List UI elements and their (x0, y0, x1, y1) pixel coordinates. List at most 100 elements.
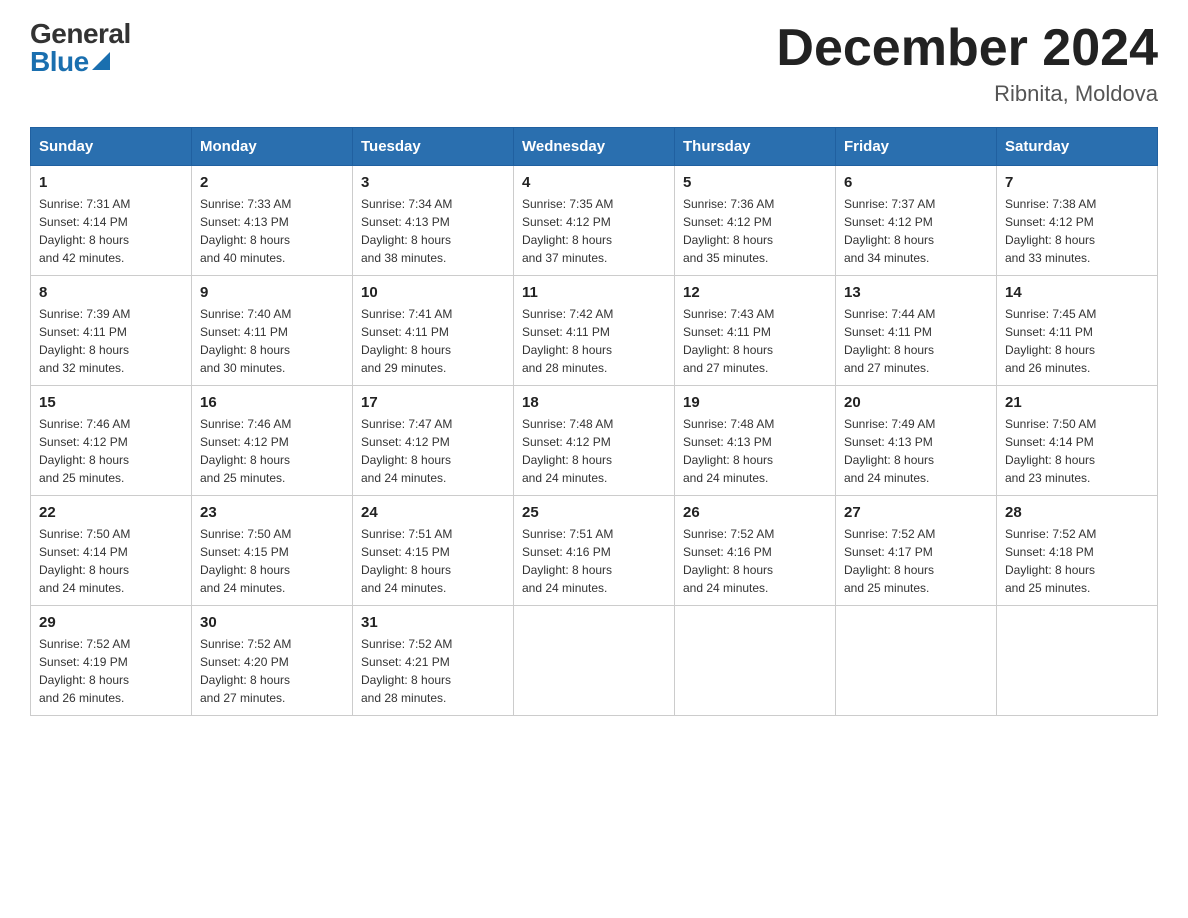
title-area: December 2024 Ribnita, Moldova (776, 20, 1158, 107)
day-number: 18 (522, 394, 666, 411)
page-subtitle: Ribnita, Moldova (776, 81, 1158, 107)
day-number: 19 (683, 394, 827, 411)
calendar-header-row: SundayMondayTuesdayWednesdayThursdayFrid… (31, 128, 1158, 166)
day-info: Sunrise: 7:50 AMSunset: 4:14 PMDaylight:… (1005, 415, 1149, 487)
day-info: Sunrise: 7:43 AMSunset: 4:11 PMDaylight:… (683, 305, 827, 377)
day-info: Sunrise: 7:51 AMSunset: 4:15 PMDaylight:… (361, 525, 505, 597)
day-info: Sunrise: 7:51 AMSunset: 4:16 PMDaylight:… (522, 525, 666, 597)
calendar-cell: 10 Sunrise: 7:41 AMSunset: 4:11 PMDayligh… (353, 276, 514, 386)
day-number: 25 (522, 504, 666, 521)
day-info: Sunrise: 7:31 AMSunset: 4:14 PMDaylight:… (39, 195, 183, 267)
calendar-cell: 12 Sunrise: 7:43 AMSunset: 4:11 PMDayligh… (675, 276, 836, 386)
calendar-cell: 7Sunrise: 7:38 AMSunset: 4:12 PMDaylight… (997, 166, 1158, 276)
page-header: General Blue December 2024 Ribnita, Mold… (30, 20, 1158, 107)
day-number: 5 (683, 174, 827, 191)
day-info: Sunrise: 7:42 AMSunset: 4:11 PMDaylight:… (522, 305, 666, 377)
day-number: 30 (200, 614, 344, 631)
calendar-cell: 9 Sunrise: 7:40 AMSunset: 4:11 PMDaylight… (192, 276, 353, 386)
page-title: December 2024 (776, 20, 1158, 77)
calendar-header-thursday: Thursday (675, 128, 836, 166)
day-number: 31 (361, 614, 505, 631)
day-number: 10 (361, 284, 505, 301)
day-number: 29 (39, 614, 183, 631)
calendar-header-saturday: Saturday (997, 128, 1158, 166)
day-info: Sunrise: 7:36 AMSunset: 4:12 PMDaylight:… (683, 195, 827, 267)
calendar-cell: 18 Sunrise: 7:48 AMSunset: 4:12 PMDayligh… (514, 386, 675, 496)
day-number: 15 (39, 394, 183, 411)
day-info: Sunrise: 7:40 AMSunset: 4:11 PMDaylight:… (200, 305, 344, 377)
day-number: 26 (683, 504, 827, 521)
calendar-cell (675, 606, 836, 716)
calendar-header-tuesday: Tuesday (353, 128, 514, 166)
calendar-cell: 24 Sunrise: 7:51 AMSunset: 4:15 PMDayligh… (353, 496, 514, 606)
day-number: 4 (522, 174, 666, 191)
day-number: 17 (361, 394, 505, 411)
day-number: 28 (1005, 504, 1149, 521)
calendar-cell: 19 Sunrise: 7:48 AMSunset: 4:13 PMDayligh… (675, 386, 836, 496)
calendar-table: SundayMondayTuesdayWednesdayThursdayFrid… (30, 127, 1158, 716)
calendar-header-wednesday: Wednesday (514, 128, 675, 166)
day-info: Sunrise: 7:49 AMSunset: 4:13 PMDaylight:… (844, 415, 988, 487)
day-number: 1 (39, 174, 183, 191)
day-info: Sunrise: 7:48 AMSunset: 4:12 PMDaylight:… (522, 415, 666, 487)
calendar-cell: 17Sunrise: 7:47 AMSunset: 4:12 PMDayligh… (353, 386, 514, 496)
calendar-cell: 30 Sunrise: 7:52 AMSunset: 4:20 PMDayligh… (192, 606, 353, 716)
calendar-week-row-3: 15 Sunrise: 7:46 AMSunset: 4:12 PMDayligh… (31, 386, 1158, 496)
day-number: 14 (1005, 284, 1149, 301)
day-info: Sunrise: 7:38 AMSunset: 4:12 PMDaylight:… (1005, 195, 1149, 267)
day-number: 22 (39, 504, 183, 521)
calendar-cell: 8Sunrise: 7:39 AMSunset: 4:11 PMDaylight… (31, 276, 192, 386)
calendar-cell: 22 Sunrise: 7:50 AMSunset: 4:14 PMDayligh… (31, 496, 192, 606)
day-info: Sunrise: 7:39 AMSunset: 4:11 PMDaylight:… (39, 305, 183, 377)
calendar-header-friday: Friday (836, 128, 997, 166)
day-info: Sunrise: 7:46 AMSunset: 4:12 PMDaylight:… (200, 415, 344, 487)
day-info: Sunrise: 7:52 AMSunset: 4:21 PMDaylight:… (361, 635, 505, 707)
logo: General Blue (30, 20, 131, 76)
day-info: Sunrise: 7:37 AMSunset: 4:12 PMDaylight:… (844, 195, 988, 267)
calendar-cell: 6 Sunrise: 7:37 AMSunset: 4:12 PMDaylight… (836, 166, 997, 276)
day-info: Sunrise: 7:46 AMSunset: 4:12 PMDaylight:… (39, 415, 183, 487)
day-info: Sunrise: 7:52 AMSunset: 4:20 PMDaylight:… (200, 635, 344, 707)
calendar-cell: 23Sunrise: 7:50 AMSunset: 4:15 PMDayligh… (192, 496, 353, 606)
calendar-cell: 2Sunrise: 7:33 AMSunset: 4:13 PMDaylight… (192, 166, 353, 276)
day-info: Sunrise: 7:45 AMSunset: 4:11 PMDaylight:… (1005, 305, 1149, 377)
day-info: Sunrise: 7:48 AMSunset: 4:13 PMDaylight:… (683, 415, 827, 487)
day-info: Sunrise: 7:52 AMSunset: 4:17 PMDaylight:… (844, 525, 988, 597)
calendar-header-monday: Monday (192, 128, 353, 166)
logo-blue: Blue (30, 48, 89, 76)
calendar-cell: 1 Sunrise: 7:31 AMSunset: 4:14 PMDaylight… (31, 166, 192, 276)
calendar-header-sunday: Sunday (31, 128, 192, 166)
calendar-week-row-5: 29 Sunrise: 7:52 AMSunset: 4:19 PMDayligh… (31, 606, 1158, 716)
calendar-cell (997, 606, 1158, 716)
calendar-cell: 21 Sunrise: 7:50 AMSunset: 4:14 PMDayligh… (997, 386, 1158, 496)
day-info: Sunrise: 7:50 AMSunset: 4:14 PMDaylight:… (39, 525, 183, 597)
calendar-cell: 11Sunrise: 7:42 AMSunset: 4:11 PMDayligh… (514, 276, 675, 386)
day-info: Sunrise: 7:52 AMSunset: 4:16 PMDaylight:… (683, 525, 827, 597)
calendar-cell: 29 Sunrise: 7:52 AMSunset: 4:19 PMDayligh… (31, 606, 192, 716)
day-number: 13 (844, 284, 988, 301)
day-number: 12 (683, 284, 827, 301)
day-number: 27 (844, 504, 988, 521)
calendar-cell: 16 Sunrise: 7:46 AMSunset: 4:12 PMDayligh… (192, 386, 353, 496)
day-number: 16 (200, 394, 344, 411)
calendar-week-row-1: 1 Sunrise: 7:31 AMSunset: 4:14 PMDaylight… (31, 166, 1158, 276)
calendar-cell: 20Sunrise: 7:49 AMSunset: 4:13 PMDayligh… (836, 386, 997, 496)
logo-text: General Blue (30, 20, 131, 76)
calendar-week-row-4: 22 Sunrise: 7:50 AMSunset: 4:14 PMDayligh… (31, 496, 1158, 606)
calendar-cell (514, 606, 675, 716)
logo-general: General (30, 20, 131, 48)
day-number: 9 (200, 284, 344, 301)
calendar-cell (836, 606, 997, 716)
calendar-cell: 15 Sunrise: 7:46 AMSunset: 4:12 PMDayligh… (31, 386, 192, 496)
calendar-cell: 14 Sunrise: 7:45 AMSunset: 4:11 PMDayligh… (997, 276, 1158, 386)
calendar-cell: 26 Sunrise: 7:52 AMSunset: 4:16 PMDayligh… (675, 496, 836, 606)
day-number: 24 (361, 504, 505, 521)
day-number: 23 (200, 504, 344, 521)
day-info: Sunrise: 7:52 AMSunset: 4:19 PMDaylight:… (39, 635, 183, 707)
calendar-cell: 31 Sunrise: 7:52 AMSunset: 4:21 PMDayligh… (353, 606, 514, 716)
day-number: 6 (844, 174, 988, 191)
day-info: Sunrise: 7:41 AMSunset: 4:11 PMDaylight:… (361, 305, 505, 377)
day-number: 21 (1005, 394, 1149, 411)
day-info: Sunrise: 7:35 AMSunset: 4:12 PMDaylight:… (522, 195, 666, 267)
day-number: 2 (200, 174, 344, 191)
